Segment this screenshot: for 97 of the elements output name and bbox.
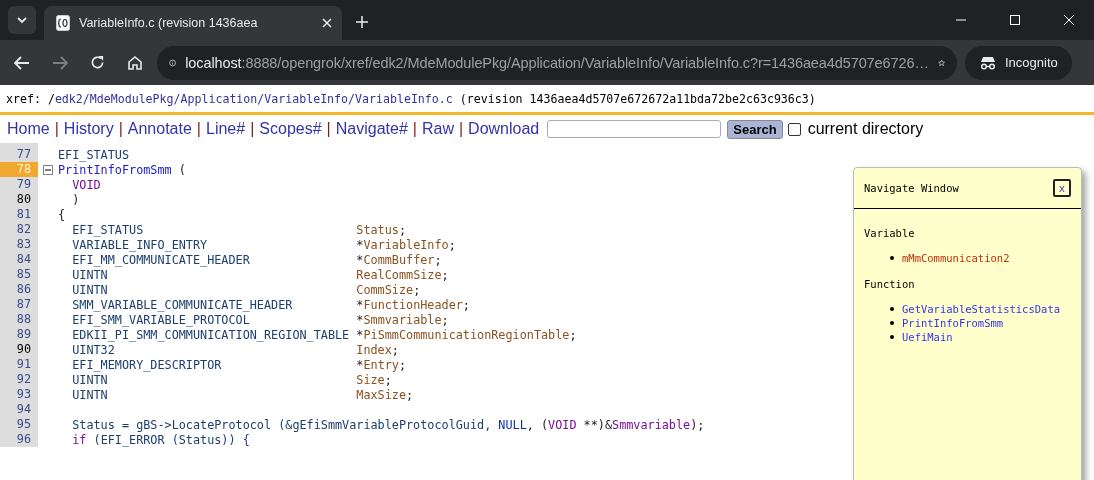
line-number[interactable]: 89	[0, 327, 38, 342]
bullet-icon	[890, 335, 894, 339]
symbol-link[interactable]: mMmCommunication2	[902, 252, 1010, 264]
close-icon[interactable]	[322, 18, 332, 28]
path-separator: /	[173, 91, 181, 106]
section-heading: Function	[864, 278, 916, 290]
forward-arrow-icon[interactable]	[52, 55, 68, 70]
menu-separator: |	[54, 120, 59, 138]
code-line: UINTN MaxSize;	[71, 387, 414, 402]
line-number[interactable]: 80	[0, 192, 38, 207]
code-line: UINTN CommSize;	[71, 282, 421, 297]
line-number[interactable]: 79	[0, 177, 38, 192]
path-separator: /	[257, 91, 265, 106]
code-line: EFI_MEMORY_DESCRIPTOR *Entry;	[71, 357, 407, 372]
section-heading: Variable	[864, 227, 916, 239]
fold-icon[interactable]	[43, 164, 53, 175]
code-line: EFI_STATUS	[58, 147, 130, 162]
code-line: UINTN RealCommSize;	[71, 267, 449, 282]
code-line: EFI_SMM_VARIABLE_PROTOCOL *Smmvariable;	[71, 312, 449, 327]
breadcrumb-prefix: xref: /	[6, 91, 55, 106]
breadcrumb-link[interactable]: Application	[180, 91, 258, 106]
path-separator: /	[348, 91, 356, 106]
symbol-link[interactable]: PrintInfoFromSmm	[902, 317, 1004, 329]
plus-icon[interactable]	[356, 16, 368, 28]
code-line: )	[71, 192, 80, 207]
line-number[interactable]: 84	[0, 252, 38, 267]
line-number[interactable]: 77	[0, 147, 38, 162]
line-number[interactable]: 92	[0, 372, 38, 387]
code-line: PrintInfoFromSmm (	[58, 162, 186, 177]
line-number[interactable]: 85	[0, 267, 38, 282]
menu-separator: |	[118, 120, 123, 138]
maximize-icon[interactable]	[1010, 15, 1020, 25]
symbol-link[interactable]: UefiMain	[902, 331, 953, 343]
line-number[interactable]: 87	[0, 297, 38, 312]
menu-link[interactable]: Home	[7, 120, 50, 138]
line-number[interactable]: 90	[0, 342, 38, 357]
line-number[interactable]: 93	[0, 387, 38, 402]
revision-text: (revision 1436aea4d5707e672672a11bda72be2c63c936c3)	[459, 91, 816, 106]
code-line: UINT32 Index;	[71, 342, 399, 357]
reload-icon[interactable]	[90, 55, 105, 70]
url-text: localhost:8888/opengrok/xref/edk2/MdeModulePkg/Application/VariableInfo/VariableInfo.c?r=1436aea4d5707e6726…	[185, 54, 929, 71]
menu-link[interactable]: Download	[468, 120, 540, 138]
bullet-icon	[890, 256, 894, 260]
menu-separator: |	[412, 120, 417, 138]
menu-separator: |	[458, 120, 464, 138]
document-icon	[56, 15, 70, 31]
code-line: EDKII_PI_SMM_COMMUNICATION_REGION_TABLE *PiSmmCommunicationRegionTable;	[71, 327, 577, 342]
checkbox-label: current directory	[807, 120, 924, 138]
code-line: EFI_MM_COMMUNICATE_HEADER *CommBuffer;	[71, 252, 442, 267]
incognito-button[interactable]: Incognito	[965, 45, 1072, 80]
line-number[interactable]: 83	[0, 237, 38, 252]
code-line: UINTN Size;	[71, 372, 392, 387]
tab-title: VariableInfo.c (revision 1436aea	[79, 16, 259, 30]
code-line: Status = gBS->LocateProtocol (&gEfiSmmVariableProtocolGuid, NULL, (VOID **)&Smmvariable);	[71, 417, 705, 432]
tab-search-button[interactable]	[8, 6, 36, 34]
breadcrumb-link[interactable]: edk2	[54, 91, 83, 106]
line-number[interactable]: 95	[0, 417, 38, 432]
code-line: {	[58, 207, 66, 222]
breadcrumb-link[interactable]: MdeModulePkg	[89, 91, 174, 106]
symbol-link[interactable]: GetVariableStatisticsData	[902, 303, 1061, 315]
line-number[interactable]: 86	[0, 282, 38, 297]
home-icon[interactable]	[127, 54, 143, 71]
code-line: SMM_VARIABLE_COMMUNICATE_HEADER *FunctionHeader;	[71, 297, 470, 312]
menu-link[interactable]: Scopes#	[259, 120, 322, 138]
checkbox[interactable]	[787, 122, 801, 136]
menu-separator: |	[196, 120, 201, 138]
address-bar[interactable]: localhost:8888/opengrok/xref/edk2/MdeModulePkg/Application/VariableInfo/VariableInfo.c?r=1436aea4d5707e6726…	[157, 45, 957, 80]
breadcrumb-link[interactable]: VariableInfo.c	[355, 91, 453, 106]
code-line: EFI_STATUS Status;	[71, 222, 407, 237]
line-number[interactable]: 88	[0, 312, 38, 327]
code-line: VARIABLE_INFO_ENTRY *VariableInfo;	[71, 237, 456, 252]
bullet-icon	[890, 307, 894, 311]
menu-separator: |	[250, 120, 255, 138]
code-line: VOID	[71, 177, 101, 192]
line-number[interactable]: 91	[0, 357, 38, 372]
line-number[interactable]: 96	[0, 432, 38, 447]
menu-separator: |	[326, 120, 331, 138]
menu-link[interactable]: Navigate#	[335, 120, 408, 138]
close-button[interactable]: x	[1052, 179, 1071, 197]
menu-link[interactable]: Line#	[206, 120, 246, 138]
bullet-icon	[890, 321, 894, 325]
menu-link[interactable]: History	[63, 120, 114, 138]
incognito-icon	[979, 55, 997, 70]
menu-link[interactable]: Annotate	[127, 120, 192, 138]
breadcrumb-link[interactable]: VariableInfo	[264, 91, 349, 106]
line-number[interactable]: 94	[0, 402, 38, 417]
back-arrow-icon[interactable]	[14, 55, 30, 70]
browser-tab[interactable]: VariableInfo.c (revision 1436aea	[44, 6, 342, 40]
line-number[interactable]: 81	[0, 207, 38, 222]
path-separator: /	[82, 91, 90, 106]
code-line: if (EFI_ERROR (Status)) {	[71, 432, 250, 447]
line-number[interactable]: 82	[0, 222, 38, 237]
search-button[interactable]: Search	[727, 119, 783, 139]
menu-link[interactable]: Raw	[421, 120, 454, 138]
window-title: Navigate Window	[864, 182, 959, 194]
search-field[interactable]	[547, 120, 722, 138]
chevron-down-icon	[17, 16, 27, 24]
